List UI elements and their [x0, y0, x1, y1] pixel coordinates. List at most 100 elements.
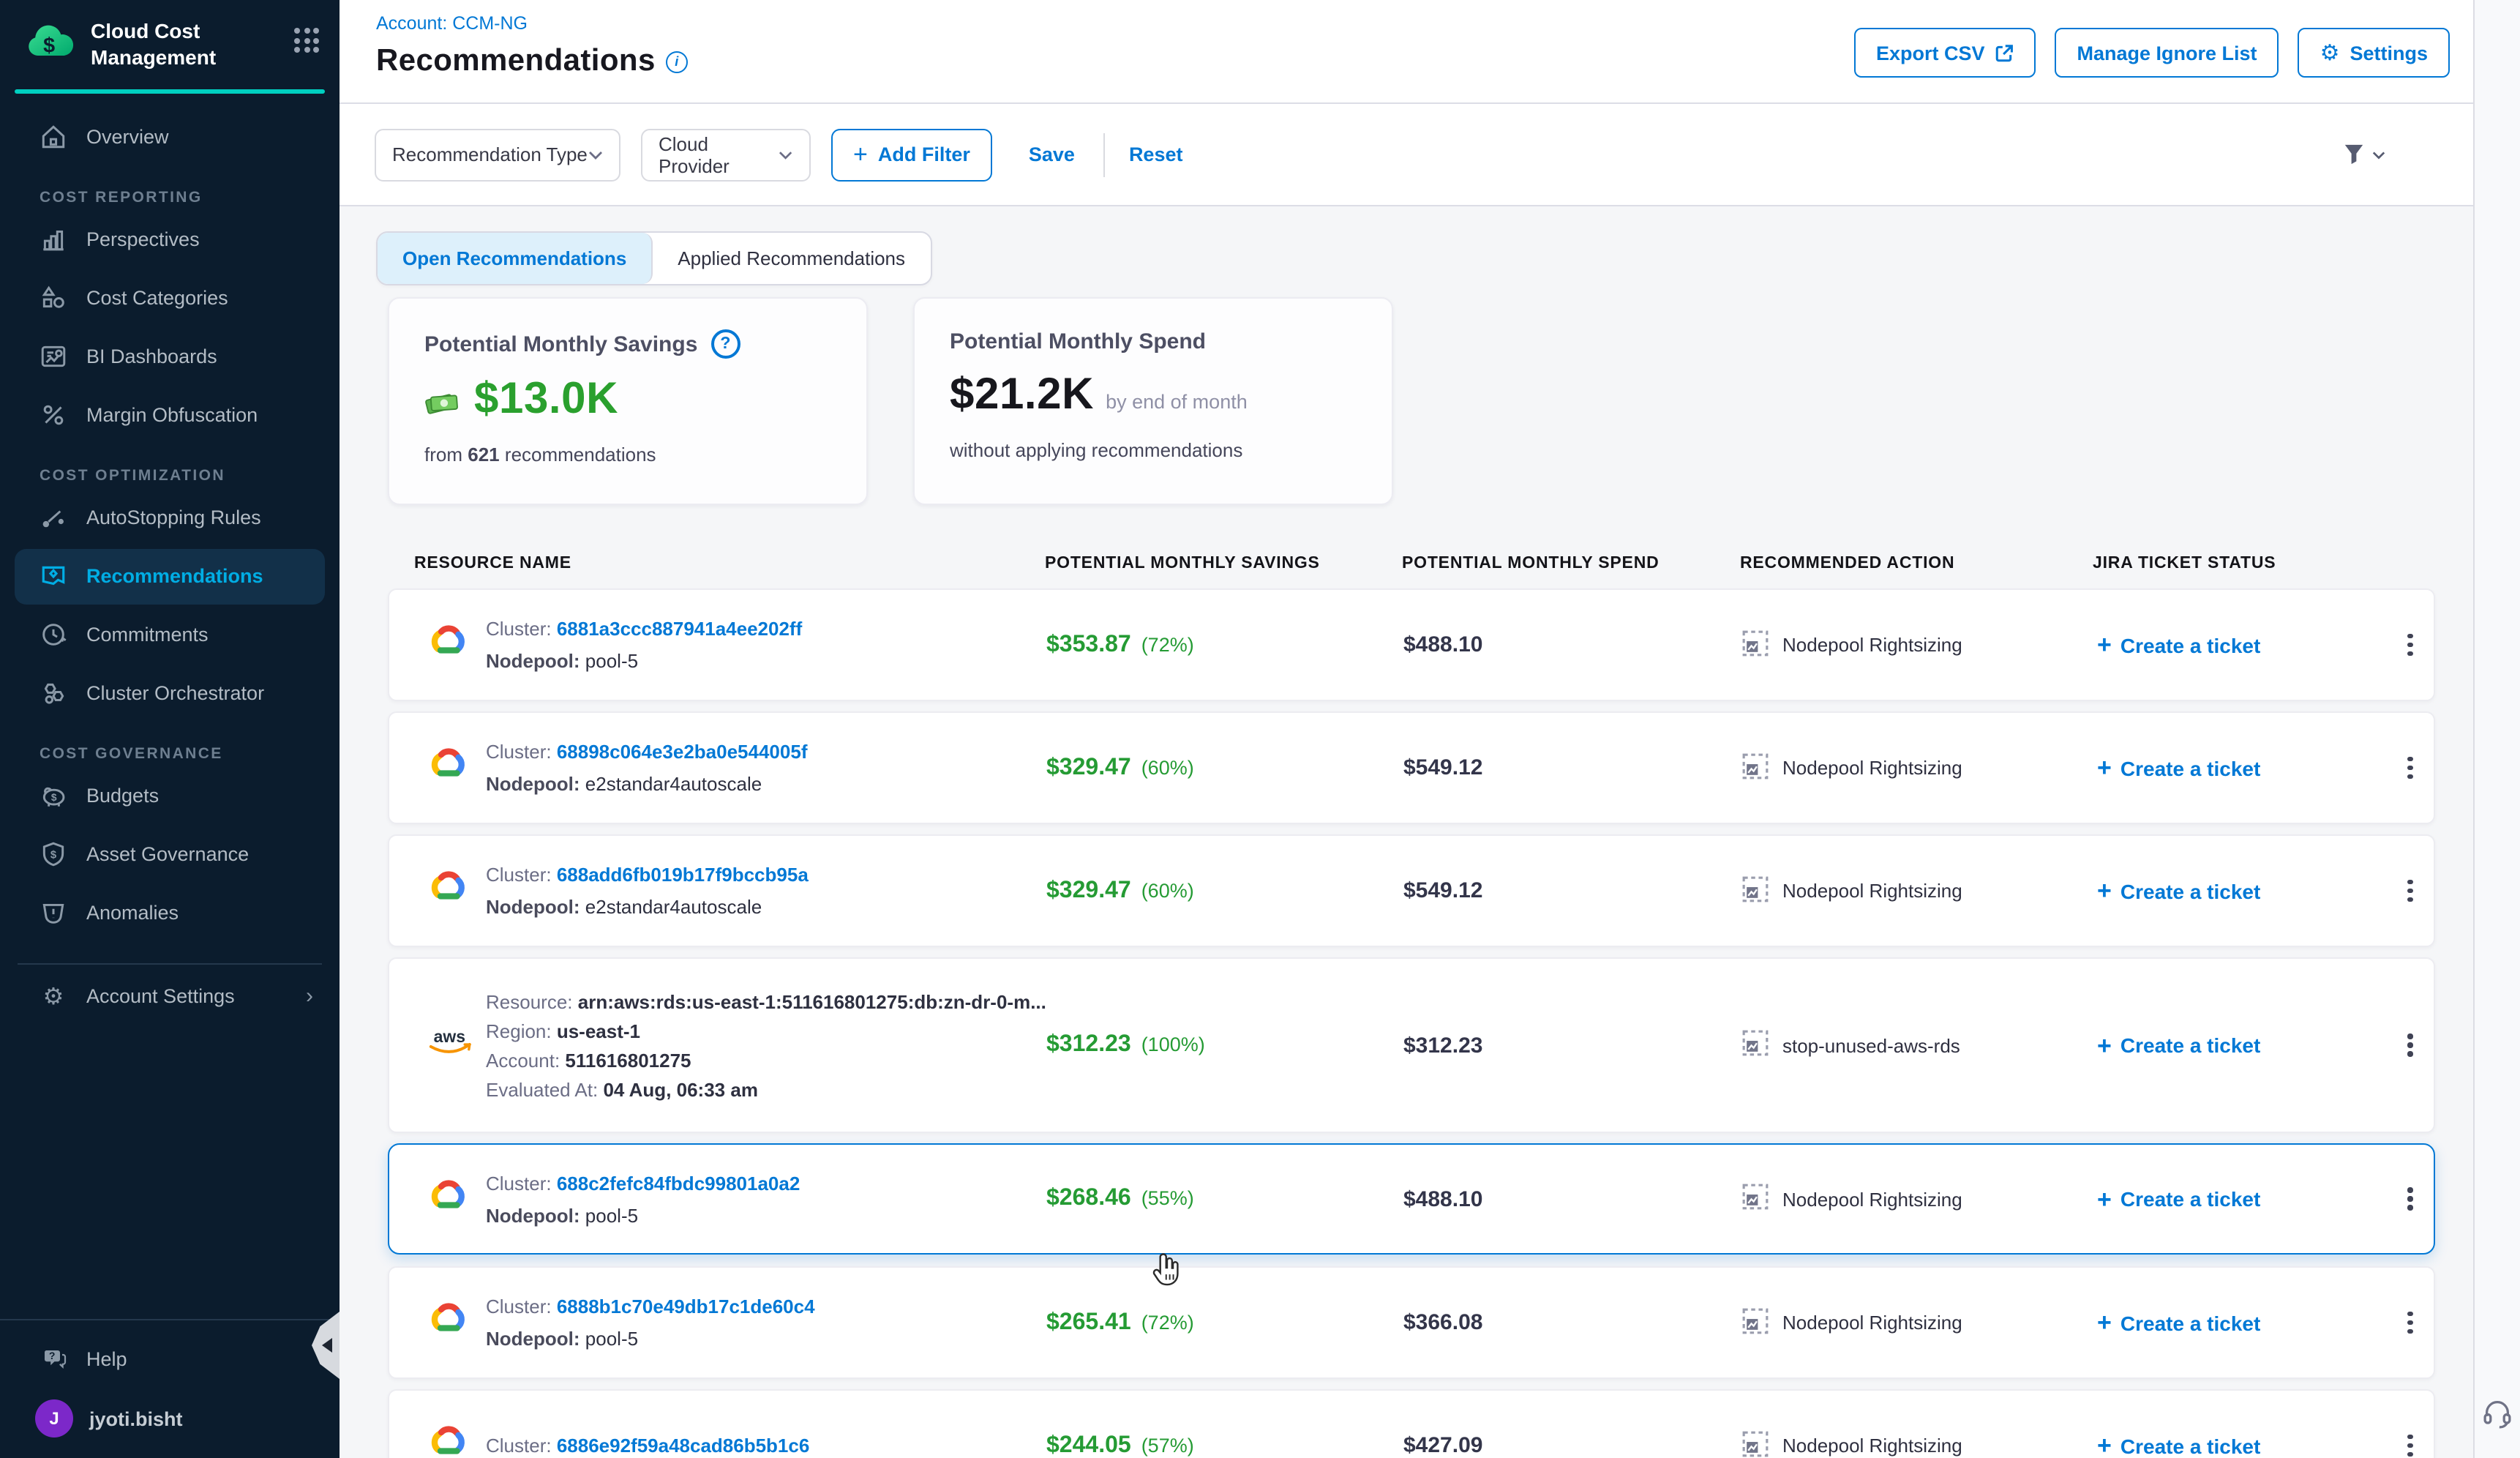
create-ticket-link[interactable]: +Create a ticket [2097, 632, 2396, 657]
monthly-spend-cell: $312.23 [1403, 1033, 1741, 1058]
kebab-menu-icon[interactable] [2396, 1299, 2424, 1346]
sidebar-item-margin-obfuscation[interactable]: Margin Obfuscation [0, 386, 340, 445]
kebab-menu-icon[interactable] [2396, 1175, 2424, 1222]
save-filter-button[interactable]: Save [1029, 143, 1075, 165]
accent-bar [15, 89, 325, 94]
support-headset-icon[interactable] [2480, 1397, 2514, 1438]
breadcrumb-account[interactable]: Account: CCM-NG [376, 13, 528, 34]
resource-cluster-link[interactable]: 6886e92f59a48cad86b5b1c6 [557, 1435, 810, 1457]
kebab-menu-icon[interactable] [2396, 621, 2424, 668]
create-ticket-link[interactable]: +Create a ticket [2097, 755, 2396, 780]
sidebar-item-budgets[interactable]: $ Budgets [0, 767, 340, 826]
sidebar-user[interactable]: J jyoti.bisht [0, 1388, 340, 1458]
resource-field-value: 04 Aug, 06:33 am [603, 1078, 757, 1100]
sidebar-item-help[interactable]: ? Help [0, 1329, 340, 1388]
create-ticket-link[interactable]: +Create a ticket [2097, 1033, 2396, 1058]
table-row[interactable]: Cluster: 688c2fefc84fbdc99801a0a2Nodepoo… [388, 1143, 2435, 1255]
tab-open-recommendations[interactable]: Open Recommendations [378, 233, 653, 284]
svg-text:$: $ [50, 850, 56, 861]
tab-applied-recommendations[interactable]: Applied Recommendations [653, 233, 930, 284]
add-filter-button[interactable]: + Add Filter [831, 128, 992, 181]
table-row[interactable]: Cluster: 6888b1c70e49db17c1de60c4Nodepoo… [388, 1266, 2435, 1379]
gear-icon: ⚙ [40, 983, 67, 1011]
apps-grid-icon[interactable] [294, 28, 319, 53]
svg-text:?: ? [48, 1350, 55, 1361]
savings-percent: (100%) [1141, 1033, 1205, 1055]
create-ticket-link[interactable]: +Create a ticket [2097, 1310, 2396, 1335]
manage-ignore-list-button[interactable]: Manage Ignore List [2055, 28, 2279, 78]
create-ticket-link[interactable]: +Create a ticket [2097, 1186, 2396, 1211]
tab-group: Open Recommendations Applied Recommendat… [376, 231, 931, 285]
table-row[interactable]: Cluster: 6886e92f59a48cad86b5b1c6$244.05… [388, 1389, 2435, 1458]
create-ticket-link[interactable]: +Create a ticket [2097, 878, 2396, 903]
resource-cluster-link[interactable]: 688c2fefc84fbdc99801a0a2 [557, 1172, 800, 1194]
resource-field-value: pool-5 [585, 1204, 638, 1226]
sidebar-item-account-settings[interactable]: ⚙Account Settings› [0, 968, 340, 1026]
sidebar-item-perspectives[interactable]: Perspectives [0, 211, 340, 269]
savings-percent: (72%) [1141, 633, 1194, 655]
info-icon[interactable]: i [666, 51, 688, 72]
card-title: Potential Monthly Savings [424, 332, 697, 356]
sidebar-item-anomalies[interactable]: Anomalies [0, 884, 340, 943]
export-csv-button[interactable]: Export CSV [1854, 28, 2036, 78]
table-row[interactable]: awsResource: arn:aws:rds:us-east-1:51161… [388, 957, 2435, 1133]
monthly-spend-cell: $488.10 [1403, 1186, 1741, 1211]
external-link-icon [1995, 43, 2014, 62]
action-icon [1741, 629, 1769, 661]
resource-field-label: Nodepool: [486, 650, 585, 672]
sidebar-item-cost-categories[interactable]: Cost Categories [0, 269, 340, 328]
filter-bar: Recommendation Type Cloud Provider + Add… [340, 102, 2473, 206]
kebab-menu-icon[interactable] [2396, 1422, 2424, 1458]
table-row[interactable]: Cluster: 6881a3ccc887941a4ee202ffNodepoo… [388, 588, 2435, 701]
sidebar-item-label: Budgets [86, 785, 159, 807]
resource-field-label: Cluster: [486, 1296, 557, 1317]
monthly-savings-cell: $353.87(72%) [1046, 632, 1403, 658]
savings-amount: $244.05 [1046, 1432, 1131, 1458]
shapes-icon [40, 285, 67, 313]
monthly-savings-cell: $329.47(60%) [1046, 878, 1403, 904]
divider [0, 1319, 340, 1320]
resource-cluster-link[interactable]: 6888b1c70e49db17c1de60c4 [557, 1296, 815, 1317]
kebab-menu-icon[interactable] [2396, 867, 2424, 914]
recommended-action-cell: stop-unused-aws-rds [1741, 1029, 2097, 1061]
sidebar-item-commitments[interactable]: Commitments [0, 606, 340, 665]
scrollbar-gutter[interactable] [2473, 0, 2520, 1458]
sidebar-item-label: Cluster Orchestrator [86, 683, 264, 705]
resource-cluster-link[interactable]: 688add6fb019b17f9bccb95a [557, 864, 809, 886]
chevron-down-icon [588, 150, 603, 159]
question-icon[interactable]: ? [710, 329, 740, 359]
sidebar-item-bi-dashboards[interactable]: BI Dashboards [0, 328, 340, 386]
resource-name-cell: Cluster: 6888b1c70e49db17c1de60c4Nodepoo… [486, 1296, 1046, 1350]
resource-cluster-link[interactable]: 6881a3ccc887941a4ee202ff [557, 618, 802, 640]
cloud-provider-select[interactable]: Cloud Provider [641, 128, 811, 181]
settings-button[interactable]: ⚙ Settings [2298, 28, 2450, 78]
monthly-savings-cell: $312.23(100%) [1046, 1032, 1403, 1058]
reset-filter-button[interactable]: Reset [1129, 143, 1183, 165]
sidebar-item-cluster-orchestrator[interactable]: Cluster Orchestrator [0, 665, 340, 723]
piggy-icon: $ [40, 782, 67, 810]
recommendation-type-select[interactable]: Recommendation Type [375, 128, 620, 181]
resource-field-value: pool-5 [585, 1328, 638, 1350]
resource-field-value: pool-5 [585, 650, 638, 672]
monthly-savings-cell: $244.05(57%) [1046, 1432, 1403, 1458]
filter-panel-toggle[interactable] [2343, 142, 2385, 167]
monthly-spend-cell: $488.10 [1403, 632, 1741, 657]
chart-icon [40, 226, 67, 254]
create-ticket-link[interactable]: +Create a ticket [2097, 1433, 2396, 1458]
kebab-menu-icon[interactable] [2396, 1022, 2424, 1069]
table-row[interactable]: Cluster: 68898c064e3e2ba0e544005fNodepoo… [388, 711, 2435, 824]
kebab-menu-icon[interactable] [2396, 744, 2424, 791]
potential-monthly-savings-card: Potential Monthly Savings ? $13.0K from … [388, 297, 868, 505]
resource-cluster-link[interactable]: 68898c064e3e2ba0e544005f [557, 741, 808, 763]
sidebar-item-autostopping-rules[interactable]: AutoStopping Rules [0, 489, 340, 547]
percent-icon [40, 402, 67, 430]
sidebar-item-asset-governance[interactable]: $Asset Governance [0, 826, 340, 884]
gcp-icon [389, 1176, 486, 1222]
spend-amount: $21.2K [950, 370, 1094, 420]
sidebar-item-label: Commitments [86, 624, 209, 646]
aws-icon: aws [389, 1024, 486, 1066]
sidebar-item-overview[interactable]: Overview [0, 108, 340, 167]
sidebar-item-recommendations[interactable]: Recommendations [15, 549, 325, 605]
table-row[interactable]: Cluster: 688add6fb019b17f9bccb95aNodepoo… [388, 834, 2435, 947]
savings-percent: (55%) [1141, 1187, 1194, 1209]
